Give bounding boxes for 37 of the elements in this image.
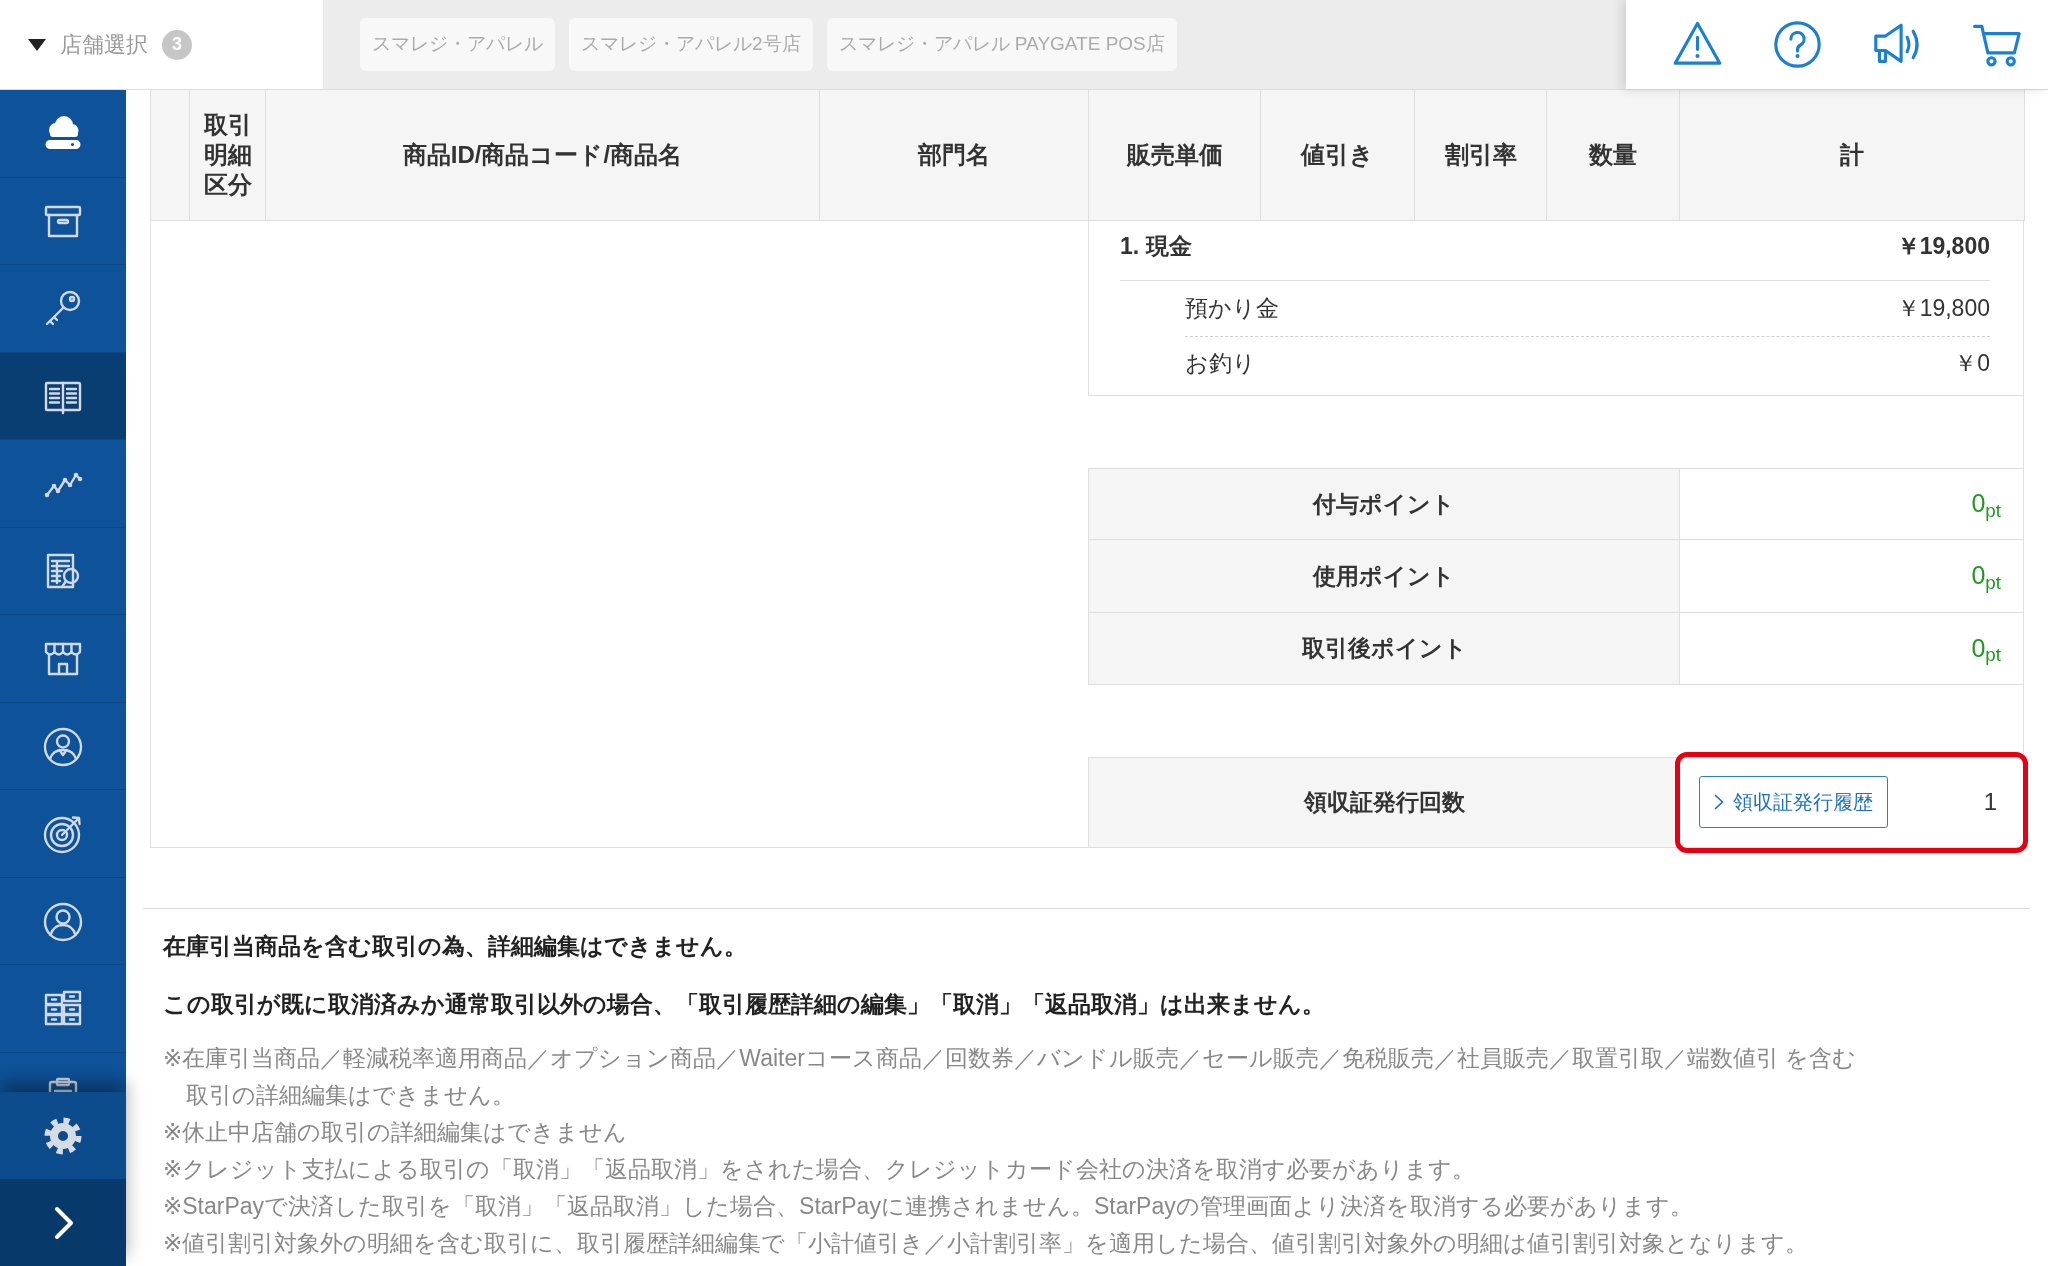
receipt-count: 1 xyxy=(1983,787,1998,817)
count-badge: 3 xyxy=(162,29,192,60)
receipt-count-label: 領収証発行回数 xyxy=(1303,787,1465,817)
note-text: ※休止中店舗の取引の詳細編集はできません xyxy=(163,1117,629,1147)
column-header: 部門名 xyxy=(819,90,1089,220)
column-header: 販売単価 xyxy=(1088,90,1261,220)
column-header: 計 xyxy=(1679,90,2025,220)
column-header: 数量 xyxy=(1546,90,1680,220)
note-text: ※在庫引当商品／軽減税率適用商品／オプション商品／Waiterコース商品／回数券／バンドル販売／セール販売／免税販売／社員販売／取置引取／端数値引 を含む取引の詳細編集はできません。 xyxy=(163,1043,1858,1110)
column-header: 商品ID/商品コード/商品名 xyxy=(265,90,820,220)
caret-icon[interactable] xyxy=(28,38,46,51)
payment-method: 1. 現金 xyxy=(1120,231,1192,261)
settings-button[interactable] xyxy=(0,1092,126,1179)
note-text: ※クレジット支払による取引の「取消」「返品取消」をされた場合、クレジットカード会社の決済を取消す必要があります。 xyxy=(163,1154,1477,1184)
receipt-history-button[interactable]: 領収証発行履歴 xyxy=(1699,776,1888,828)
store-tab[interactable]: スマレジ・アパレル2号店 xyxy=(569,18,813,71)
help-icon[interactable] xyxy=(1771,18,1824,71)
store-select-label[interactable]: 店舗選択 xyxy=(60,28,148,61)
column-header: 割引率 xyxy=(1414,90,1547,220)
payment-line-label: お釣り xyxy=(1185,349,1256,379)
notice-text: 在庫引当商品を含む取引の為、詳細編集はできません。 xyxy=(163,931,748,961)
store-tab[interactable]: スマレジ・アパレル xyxy=(360,18,555,71)
store-tab[interactable]: スマレジ・アパレル PAYGATE POS店 xyxy=(826,18,1177,71)
column-header: 値引き xyxy=(1260,90,1415,220)
points-label: 付与ポイント xyxy=(1313,489,1455,519)
column-header: 取引明細区分 xyxy=(189,90,266,220)
payment-line-amount: ￥19,800 xyxy=(1896,293,1990,323)
points-label: 使用ポイント xyxy=(1313,561,1455,591)
payment-line-label: 預かり金 xyxy=(1185,293,1279,323)
points-label: 取引後ポイント xyxy=(1301,634,1467,663)
sidebar-item[interactable] xyxy=(0,352,126,440)
note-text: ※StarPayで決済した取引を「取消」「返品取消」した場合、StarPayに連携されません。StarPayの管理画面より決済を取消する必要があります。 xyxy=(163,1191,1694,1221)
note-text: ※値引割引対象外の明細を含む取引に、取引履歴詳細編集で「小計値引き／小計割引率」を適用した場合、値引割引対象外の明細は値引割引対象となります。 xyxy=(163,1228,1810,1258)
payment-amount: ￥19,800 xyxy=(1896,231,1990,261)
chevron-right-icon xyxy=(1714,794,1724,810)
notice-text: この取引が既に取消済みか通常取引以外の場合、「取引履歴詳細の編集」「取消」「返品取消」は出来ません。 xyxy=(163,989,1326,1019)
payment-line-amount: ￥0 xyxy=(1954,349,1990,379)
